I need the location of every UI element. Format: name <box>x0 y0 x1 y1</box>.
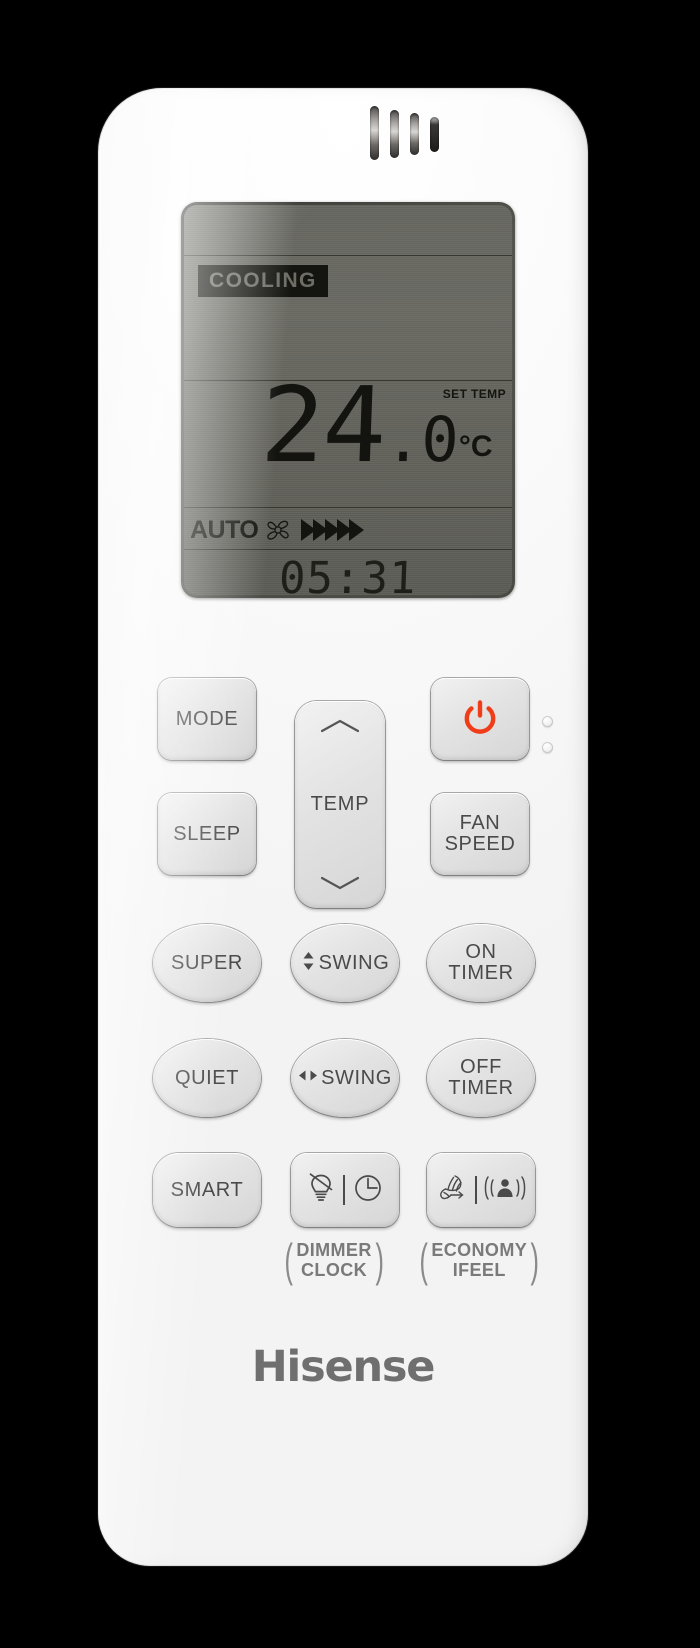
fan-chevron-5 <box>349 519 365 541</box>
caption-bracket-right: ) <box>375 1233 384 1286</box>
ir-slot-1 <box>370 106 379 160</box>
indicator-dot-1 <box>542 716 553 727</box>
dimmer-clock-button[interactable] <box>291 1153 399 1227</box>
lcd-fan-mode-label: AUTO <box>190 515 259 544</box>
ir-emitter-slots <box>370 106 480 168</box>
lcd-mode-badge: COOLING <box>198 265 328 297</box>
lcd-temperature-readout: 24 .0 °C <box>258 364 493 486</box>
lcd-clock-row: 05:31 <box>184 553 512 595</box>
ir-slot-4 <box>430 117 439 152</box>
economy-leaf-icon <box>435 1173 469 1208</box>
off-timer-label-line1: OFF <box>460 1056 502 1078</box>
arrow-up-down-icon <box>301 951 316 976</box>
lcd-fan-level-chevrons <box>301 519 365 541</box>
bulb-off-icon <box>306 1171 336 1210</box>
sleep-button-label: SLEEP <box>173 822 241 845</box>
lcd-fan-row: AUTO <box>190 513 506 547</box>
lcd-screen: COOLING SET TEMP 24 .0 °C AUTO 05:31 <box>184 205 512 595</box>
smart-button-label: SMART <box>170 1178 244 1201</box>
lcd-divider-fan <box>184 549 512 550</box>
person-signal-icon <box>483 1173 527 1208</box>
power-button[interactable] <box>431 678 529 760</box>
power-icon <box>459 698 501 740</box>
swing-horizontal-button[interactable]: SWING <box>291 1039 399 1117</box>
super-button[interactable]: SUPER <box>153 924 261 1002</box>
lcd-clock-value: 05:31 <box>278 553 418 595</box>
mode-button-label: MODE <box>175 707 239 730</box>
off-timer-label-line2: TIMER <box>448 1077 514 1099</box>
ir-slot-2 <box>390 110 399 158</box>
on-timer-button[interactable]: ON TIMER <box>427 924 535 1002</box>
swing-vertical-button[interactable]: SWING <box>291 924 399 1002</box>
caption-bracket-left: ( <box>284 1233 293 1286</box>
smart-button[interactable]: SMART <box>153 1153 261 1227</box>
lcd-temp-unit: °C <box>458 430 493 464</box>
dimmer-clock-caption: ( DIMMER CLOCK ) <box>281 1233 387 1286</box>
temp-button-label: TEMP <box>310 793 370 815</box>
sleep-button[interactable]: SLEEP <box>158 793 256 875</box>
economy-ifeel-button[interactable] <box>427 1153 535 1227</box>
lcd-divider-temp <box>184 507 512 508</box>
lcd-bezel: COOLING SET TEMP 24 .0 °C AUTO 05:31 <box>181 202 515 598</box>
economy-ifeel-divider <box>475 1176 477 1204</box>
swing-vertical-label: SWING <box>318 951 390 974</box>
arrow-left-right-icon <box>298 1068 318 1088</box>
lcd-divider-top <box>184 255 512 256</box>
on-timer-label-line2: TIMER <box>448 962 514 984</box>
economy-caption-line2: IFEEL <box>452 1260 506 1281</box>
fan-speed-label-line1: FAN <box>459 812 501 834</box>
dimmer-clock-divider <box>343 1175 345 1205</box>
temp-button[interactable]: TEMP <box>295 701 385 908</box>
economy-ifeel-caption: ( ECONOMY IFEEL ) <box>416 1233 542 1286</box>
fan-speed-label-line2: SPEED <box>444 833 516 855</box>
super-button-label: SUPER <box>171 951 243 974</box>
dimmer-caption-line1: DIMMER <box>296 1240 372 1260</box>
quiet-button-label: QUIET <box>174 1066 240 1089</box>
economy-caption-line1: ECONOMY <box>431 1240 528 1260</box>
brand-logo: Hisense <box>251 1342 436 1392</box>
lcd-temp-fraction: .0 <box>383 403 460 477</box>
chevron-up-icon[interactable] <box>318 717 362 735</box>
indicator-dot-2 <box>542 742 553 753</box>
swing-horizontal-label: SWING <box>321 1066 392 1089</box>
on-timer-label-line1: ON <box>465 941 497 963</box>
dimmer-caption-line2: CLOCK <box>301 1260 368 1281</box>
quiet-button[interactable]: QUIET <box>153 1039 261 1117</box>
remote-body: COOLING SET TEMP 24 .0 °C AUTO 05:31 MOD… <box>98 88 588 1566</box>
ir-slot-3 <box>410 113 419 155</box>
mode-button[interactable]: MODE <box>158 678 256 760</box>
caption-bracket-left: ( <box>419 1233 428 1286</box>
chevron-down-icon[interactable] <box>318 874 362 892</box>
lcd-temp-integer: 24 <box>258 364 387 486</box>
fan-blade-icon <box>263 516 293 544</box>
clock-icon <box>352 1172 384 1209</box>
fan-speed-button[interactable]: FAN SPEED <box>431 793 529 875</box>
off-timer-button[interactable]: OFF TIMER <box>427 1039 535 1117</box>
caption-bracket-right: ) <box>530 1233 540 1286</box>
